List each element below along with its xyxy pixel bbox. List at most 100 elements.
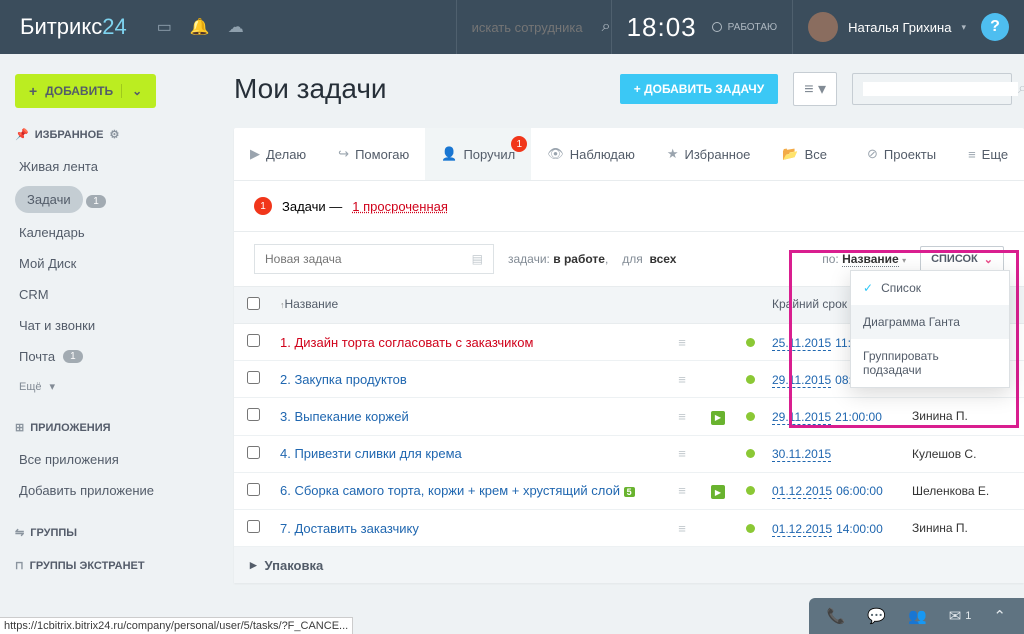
view-option-gantt[interactable]: Диаграмма Ганта xyxy=(851,305,1009,339)
task-link[interactable]: 2. Закупка продуктов xyxy=(280,372,407,387)
tab-all[interactable]: 📂Все xyxy=(766,128,843,180)
responsible: Шеленкова Е. xyxy=(904,474,1024,508)
overdue-link[interactable]: 1 просроченная xyxy=(352,199,448,214)
sidebar-more[interactable]: Ещё ▾ xyxy=(15,372,207,401)
task-link[interactable]: 1. Дизайн торта согласовать с заказчиком xyxy=(280,335,533,350)
row-checkbox[interactable] xyxy=(247,371,260,384)
mail-icon[interactable]: ✉1 xyxy=(949,607,972,625)
tab-favorite[interactable]: ★Избранное xyxy=(651,128,767,180)
tab-assigned[interactable]: 👤Поручил 1 xyxy=(425,128,531,180)
add-button[interactable]: + ДОБАВИТЬ ⌄ xyxy=(15,74,156,108)
deadline-date[interactable]: 01.12.2015 xyxy=(772,522,832,537)
group-row[interactable]: ▸ Упаковка xyxy=(234,547,1024,583)
sidebar-item-add-app[interactable]: Добавить приложение xyxy=(15,475,207,506)
tab-more[interactable]: ≡Еще xyxy=(952,128,1024,180)
deadline-date[interactable]: 25.11.2015 xyxy=(772,336,831,351)
tab-watching[interactable]: 👁Наблюдаю xyxy=(531,128,651,180)
view-option-group[interactable]: Группировать подзадачи xyxy=(851,339,1009,387)
phone-icon[interactable]: 📞 xyxy=(827,607,846,625)
chevron-down-icon[interactable]: ⌄ xyxy=(121,84,142,98)
menu-icon[interactable]: ≡ xyxy=(678,335,686,350)
status-dot xyxy=(746,412,755,421)
tab-projects[interactable]: ⊘Проекты xyxy=(851,128,952,180)
table-row: 6. Сборка самого торта, коржи + крем + х… xyxy=(234,473,1024,511)
play-icon[interactable]: ▶ xyxy=(711,411,725,425)
deadline-date[interactable]: 30.11.2015 xyxy=(772,447,831,462)
page-title: Мои задачи xyxy=(234,73,387,105)
apps-title: ⊞ПРИЛОЖЕНИЯ xyxy=(15,421,207,434)
col-name[interactable]: ↑Название xyxy=(272,287,664,323)
user-menu[interactable]: Наталья Грихина ▾ xyxy=(792,0,981,54)
table-row: 7. Доставить заказчику ≡ 01.12.201514:00:0… xyxy=(234,510,1024,547)
sidebar-item-disk[interactable]: Мой Диск xyxy=(15,248,207,279)
favorites-title: 📌 ИЗБРАННОЕ ⚙ xyxy=(15,128,207,141)
tab-helping[interactable]: ↪Помогаю xyxy=(322,128,425,180)
sidebar-item-tasks[interactable]: Задачи 1 xyxy=(15,186,207,213)
tasks-panel: ▶Делаю ↪Помогаю 👤Поручил 1 👁Наблюдаю ★Из… xyxy=(234,128,1024,583)
task-link[interactable]: 7. Доставить заказчику xyxy=(280,521,419,536)
sort-toggle[interactable]: ≡ ▾ xyxy=(793,72,837,106)
select-all[interactable] xyxy=(247,297,260,310)
tasks-search[interactable]: ⌕ xyxy=(852,73,1012,105)
work-status[interactable]: РАБОТАЮ xyxy=(712,22,792,33)
deadline-time[interactable]: 14:00:00 xyxy=(832,522,883,536)
chevron-up-icon[interactable]: ⌃ xyxy=(993,607,1006,625)
row-checkbox[interactable] xyxy=(247,520,260,533)
row-checkbox[interactable] xyxy=(247,334,260,347)
deadline-time[interactable]: 06:00:00 xyxy=(832,484,883,498)
sidebar-item-crm[interactable]: CRM xyxy=(15,279,207,310)
task-link[interactable]: 6. Сборка самого торта, коржи + крем + х… xyxy=(280,483,620,498)
row-checkbox[interactable] xyxy=(247,483,260,496)
messages-icon[interactable]: ▭ xyxy=(157,17,172,37)
tasks-search-input[interactable] xyxy=(863,82,1018,96)
sidebar-item-all-apps[interactable]: Все приложения xyxy=(15,444,207,475)
chat-icon[interactable]: 💬 xyxy=(867,607,886,625)
search-icon[interactable]: ⌕ xyxy=(602,18,611,36)
task-link[interactable]: 3. Выпекание коржей xyxy=(280,409,409,424)
deadline-date[interactable]: 29.11.2015 xyxy=(772,373,831,388)
new-task-input-wrap[interactable]: ▤ xyxy=(254,244,494,274)
menu-icon[interactable]: ≡ xyxy=(678,409,686,424)
status-dot xyxy=(746,338,755,347)
menu-icon[interactable]: ≡ xyxy=(678,372,686,387)
view-option-list[interactable]: Список xyxy=(851,271,1009,305)
gear-icon[interactable]: ⚙ xyxy=(110,128,120,141)
sort-by[interactable]: Название xyxy=(842,252,899,267)
view-mode-button[interactable]: СПИСОК⌄ xyxy=(920,246,1004,273)
deadline-date[interactable]: 01.12.2015 xyxy=(772,484,832,499)
sidebar-item-chat[interactable]: Чат и звонки xyxy=(15,310,207,341)
menu-icon[interactable]: ≡ xyxy=(678,521,686,536)
people-icon[interactable]: 👥 xyxy=(908,607,927,625)
add-task-button[interactable]: + ДОБАВИТЬ ЗАДАЧУ xyxy=(620,74,778,104)
play-icon[interactable]: ▶ xyxy=(711,485,725,499)
global-search[interactable]: ⌕ xyxy=(456,0,611,54)
extranet-title: ⊓ГРУППЫ ЭКСТРАНЕТ xyxy=(15,559,207,572)
sidebar-item-calendar[interactable]: Календарь xyxy=(15,217,207,248)
filter-row: ▤ задачи: в работе, для всех по: Названи… xyxy=(234,232,1024,287)
new-task-input[interactable] xyxy=(265,252,472,266)
row-checkbox[interactable] xyxy=(247,446,260,459)
task-link[interactable]: 4. Привезти сливки для крема xyxy=(280,446,462,461)
responsible: Зинина П. xyxy=(904,511,1024,545)
row-checkbox[interactable] xyxy=(247,408,260,421)
logo[interactable]: Битрикс24 xyxy=(0,14,147,40)
sidebar-item-mail[interactable]: Почта 1 xyxy=(15,341,207,372)
header-icons: ▭ 🔔 ☁ xyxy=(147,17,254,37)
help-button[interactable]: ? xyxy=(981,13,1009,41)
cloud-icon[interactable]: ☁ xyxy=(228,17,244,37)
status-url: https://1cbitrix.bitrix24.ru/company/per… xyxy=(0,617,353,634)
search-icon: ⌕ xyxy=(1018,80,1024,98)
avatar xyxy=(808,12,838,42)
menu-icon[interactable]: ≡ xyxy=(678,483,686,498)
tab-doing[interactable]: ▶Делаю xyxy=(234,128,322,180)
list-icon[interactable]: ▤ xyxy=(472,252,483,266)
menu-icon[interactable]: ≡ xyxy=(678,446,686,461)
sidebar-item-feed[interactable]: Живая лента xyxy=(15,151,207,182)
status-dot xyxy=(746,375,755,384)
sidebar: + ДОБАВИТЬ ⌄ 📌 ИЗБРАННОЕ ⚙ Живая лента З… xyxy=(0,54,222,612)
deadline-date[interactable]: 29.11.2015 xyxy=(772,410,831,425)
bell-icon[interactable]: 🔔 xyxy=(190,17,210,37)
search-input[interactable] xyxy=(472,20,592,35)
deadline-time[interactable]: 21:00:00 xyxy=(831,410,882,424)
top-bar: Битрикс24 ▭ 🔔 ☁ ⌕ 18:03 РАБОТАЮ Наталья … xyxy=(0,0,1024,54)
